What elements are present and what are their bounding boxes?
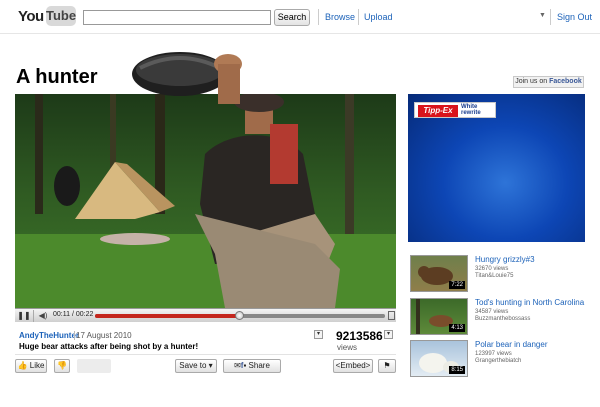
save-to-button[interactable]: Save to ▾: [175, 359, 217, 373]
seek-handle[interactable]: [235, 311, 244, 320]
view-count: 9213586: [336, 329, 383, 343]
video-description: Huge bear attacks after being shot by a …: [19, 342, 199, 351]
description-expand-icon[interactable]: ▾: [314, 330, 323, 339]
ad-brand-name: Tipp-Ex: [418, 105, 458, 117]
related-video-title[interactable]: Polar bear in danger: [475, 340, 548, 349]
upload-date: 17 August 2010: [76, 331, 132, 340]
ad-tagline: White rewrite: [461, 104, 481, 116]
flag-icon: ⚑: [383, 361, 391, 370]
related-video-title[interactable]: Hungry grizzly#3: [475, 255, 535, 264]
related-video-thumbnail[interactable]: 8:15: [410, 340, 468, 377]
header-divider: [0, 33, 600, 34]
info-divider-line: [15, 354, 396, 355]
thumbs-up-icon: 👍: [17, 361, 28, 370]
upload-link[interactable]: Upload: [364, 12, 393, 22]
volume-icon[interactable]: ◀): [36, 310, 50, 322]
advertisement-banner[interactable]: Tipp-Ex White rewrite: [408, 94, 585, 242]
nav-divider: [318, 9, 319, 25]
seek-bar[interactable]: [95, 311, 385, 320]
related-video-author[interactable]: Titan&Louie75: [475, 273, 513, 279]
related-video-views: 123997 views: [475, 351, 512, 357]
related-video-item[interactable]: 4:13 Tod's hunting in North Carolina 345…: [410, 298, 590, 340]
like-label: Like: [29, 361, 45, 370]
account-menu-chevron-down-icon[interactable]: ▼: [539, 12, 546, 19]
rating-placeholder: [77, 359, 111, 373]
fullscreen-icon[interactable]: [388, 311, 395, 320]
like-button[interactable]: 👍 Like: [15, 359, 47, 373]
related-video-views: 32670 views: [475, 266, 509, 272]
ad-logo: Tipp-Ex White rewrite: [414, 102, 496, 118]
related-video-item[interactable]: 8:15 Polar bear in danger 123997 views G…: [410, 340, 590, 382]
thumbs-down-icon: 👎: [57, 361, 67, 370]
facebook-brand-text: Facebook: [549, 78, 582, 85]
total-time: 00:22: [75, 311, 94, 318]
facebook-join-button[interactable]: Join us on Facebook: [513, 76, 584, 88]
browse-link[interactable]: Browse: [325, 12, 355, 22]
embed-button[interactable]: <Embed>: [333, 359, 373, 373]
video-title: A hunter: [16, 66, 98, 88]
share-label: Share: [248, 361, 270, 370]
related-video-thumbnail[interactable]: 7:22: [410, 255, 468, 292]
related-video-item[interactable]: 7:22 Hungry grizzly#3 32670 views Titan&…: [410, 255, 590, 297]
logo-you-text: You: [18, 8, 44, 25]
share-button[interactable]: ✉f▪ Share: [223, 359, 281, 373]
join-us-text: Join us on: [515, 78, 550, 85]
views-label: views: [337, 343, 358, 352]
played-bar: [95, 314, 240, 318]
time-display: 00:11 / 00:22: [53, 311, 93, 318]
uploader-link[interactable]: AndyTheHunter: [19, 331, 79, 340]
related-video-title[interactable]: Tod's hunting in North Carolina: [475, 298, 584, 307]
video-player[interactable]: [15, 94, 396, 322]
dislike-button[interactable]: 👎: [54, 359, 70, 373]
search-input[interactable]: [83, 10, 271, 25]
chevron-down-icon: ▾: [208, 361, 213, 370]
pause-icon[interactable]: ❚❚: [17, 310, 31, 322]
video-duration: 4:13: [449, 324, 465, 332]
share-icon: ▪: [243, 361, 247, 370]
video-duration: 8:15: [449, 366, 465, 374]
email-icon: ✉: [234, 361, 241, 370]
helmet-overlay-image: [132, 52, 242, 104]
nav-divider: [358, 9, 359, 25]
info-divider: [74, 331, 75, 340]
sign-out-link[interactable]: Sign Out: [557, 12, 592, 22]
video-duration: 7:22: [449, 281, 465, 289]
video-frame: [15, 94, 396, 308]
nav-divider: [550, 9, 551, 25]
related-video-author[interactable]: Grangerthebiatch: [475, 358, 521, 364]
search-button[interactable]: Search: [274, 9, 310, 26]
player-controls: ❚❚ ◀) 00:11 / 00:22: [15, 308, 396, 322]
ad-tagline-line2: rewrite: [461, 110, 481, 116]
save-to-label: Save to: [179, 361, 207, 370]
related-video-author[interactable]: Buzzmanthebossass: [475, 316, 530, 322]
site-header: You Tube Search Browse Upload ▼ Sign Out: [0, 0, 600, 34]
flag-button[interactable]: ⚑: [378, 359, 396, 373]
logo-tube-text: Tube: [46, 6, 76, 26]
stats-expand-icon[interactable]: ▾: [384, 330, 393, 339]
youtube-logo[interactable]: You Tube: [18, 6, 76, 28]
current-time: 00:11: [53, 311, 70, 318]
related-video-views: 34587 views: [475, 309, 509, 315]
related-video-thumbnail[interactable]: 4:13: [410, 298, 468, 335]
control-divider: [33, 310, 34, 322]
